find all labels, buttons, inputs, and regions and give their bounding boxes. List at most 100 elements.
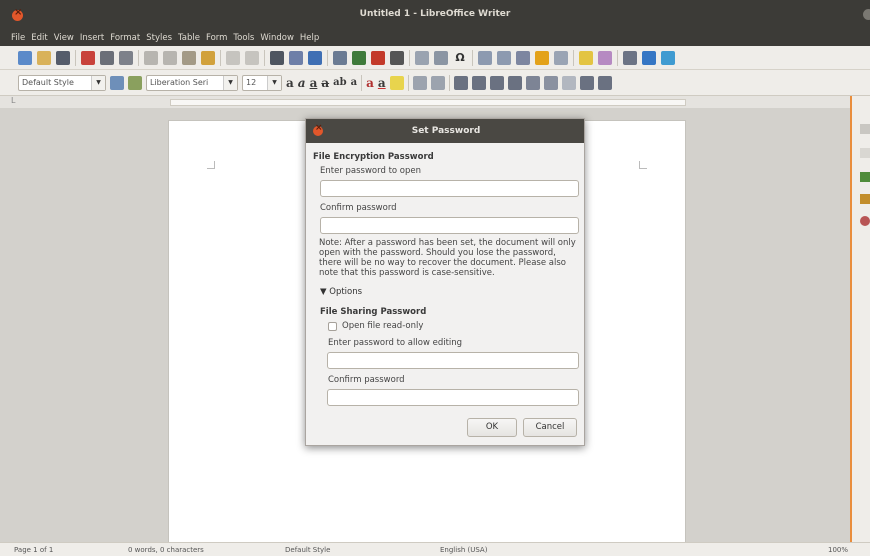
copy-icon[interactable] xyxy=(163,50,177,65)
spelling-icon[interactable] xyxy=(289,50,303,65)
toolbar-separator xyxy=(409,49,410,66)
paragraph-style-value: Default Style xyxy=(22,77,74,87)
ok-button[interactable]: OK xyxy=(467,418,517,437)
insert-image-icon[interactable] xyxy=(352,50,366,65)
menu-file[interactable]: File xyxy=(11,33,25,43)
export-pdf-icon[interactable] xyxy=(81,50,95,65)
print-preview-icon[interactable] xyxy=(119,50,133,65)
menu-view[interactable]: View xyxy=(54,33,74,43)
subscript-icon[interactable]: a xyxy=(351,77,357,88)
confirm-password-edit-field[interactable] xyxy=(327,389,579,406)
update-style-icon[interactable] xyxy=(110,75,124,90)
read-only-checkbox[interactable] xyxy=(328,322,337,331)
align-center-icon[interactable] xyxy=(471,75,486,90)
cancel-button[interactable]: Cancel xyxy=(523,418,577,437)
horizontal-ruler[interactable]: L xyxy=(0,96,850,108)
set-password-dialog: Set Password File Encryption Password En… xyxy=(305,118,585,446)
cut-icon[interactable] xyxy=(144,50,158,65)
read-only-label[interactable]: Open file read-only xyxy=(342,321,423,331)
properties-icon[interactable] xyxy=(860,124,870,134)
insert-chart-icon[interactable] xyxy=(371,50,385,65)
navigator-icon[interactable] xyxy=(860,216,870,226)
increase-indent-icon[interactable] xyxy=(543,75,558,90)
align-left-icon[interactable] xyxy=(453,75,468,90)
toolbar-separator xyxy=(573,49,574,66)
chevron-down-icon[interactable]: ▼ xyxy=(91,75,105,90)
menu-insert[interactable]: Insert xyxy=(80,33,104,43)
numbered-list-icon[interactable] xyxy=(430,75,445,90)
line-icon[interactable] xyxy=(623,50,637,65)
styles-icon[interactable] xyxy=(860,172,870,182)
tab-stop-marker[interactable]: L xyxy=(11,96,15,105)
toolbar-separator xyxy=(448,74,450,91)
save-icon[interactable] xyxy=(56,50,70,65)
menu-table[interactable]: Table xyxy=(178,33,200,43)
menu-styles[interactable]: Styles xyxy=(146,33,172,43)
password-edit-field[interactable] xyxy=(327,352,579,369)
new-style-icon[interactable] xyxy=(128,75,142,90)
chevron-down-icon[interactable]: ▼ xyxy=(223,75,237,90)
clone-formatting-icon[interactable] xyxy=(201,50,215,65)
page-count: Page 1 of 1 xyxy=(14,546,54,554)
track-changes-icon[interactable] xyxy=(598,50,612,65)
language[interactable]: English (USA) xyxy=(440,546,487,554)
bulleted-list-icon[interactable] xyxy=(412,75,427,90)
sharing-section-title: File Sharing Password xyxy=(320,307,427,317)
new-document-icon[interactable] xyxy=(18,50,32,65)
password-open-field[interactable] xyxy=(320,180,579,197)
special-character-icon[interactable]: Ω xyxy=(453,51,467,65)
ruler-scale[interactable] xyxy=(170,99,686,106)
formatting-marks-icon[interactable] xyxy=(308,50,322,65)
menu-form[interactable]: Form xyxy=(206,33,227,43)
menu-format[interactable]: Format xyxy=(110,33,140,43)
decrease-indent-icon[interactable] xyxy=(561,75,576,90)
hyperlink-icon[interactable] xyxy=(478,50,492,65)
footnote-icon[interactable] xyxy=(497,50,511,65)
font-name-select[interactable]: Liberation Seri ▼ xyxy=(146,74,238,91)
insert-table-icon[interactable] xyxy=(333,50,347,65)
zoom-level[interactable]: 100% xyxy=(828,546,848,554)
bold-icon[interactable]: a xyxy=(286,76,294,90)
menu-help[interactable]: Help xyxy=(300,33,319,43)
more-formatting-icon[interactable] xyxy=(597,75,612,90)
undo-icon[interactable] xyxy=(226,50,240,65)
page-icon[interactable] xyxy=(860,148,870,158)
bookmark-icon[interactable] xyxy=(535,50,549,65)
gallery-icon[interactable] xyxy=(860,194,870,204)
font-color-icon[interactable]: a xyxy=(378,76,386,90)
find-replace-icon[interactable] xyxy=(270,50,284,65)
font-size-select[interactable]: 12 ▼ xyxy=(242,74,282,91)
chevron-down-icon[interactable]: ▼ xyxy=(267,75,281,90)
superscript-icon[interactable]: ab xyxy=(333,77,346,88)
insert-textbox-icon[interactable] xyxy=(390,50,404,65)
paste-icon[interactable] xyxy=(182,50,196,65)
clear-formatting-icon[interactable]: a xyxy=(366,76,374,90)
print-icon[interactable] xyxy=(100,50,114,65)
page-style[interactable]: Default Style xyxy=(285,546,330,554)
align-right-icon[interactable] xyxy=(489,75,504,90)
menu-tools[interactable]: Tools xyxy=(233,33,254,43)
cross-reference-icon[interactable] xyxy=(554,50,568,65)
paragraph-style-select[interactable]: Default Style ▼ xyxy=(18,74,106,91)
options-expander[interactable]: ▼ Options xyxy=(320,287,362,297)
underline-icon[interactable]: a xyxy=(310,76,318,90)
window-control-button[interactable] xyxy=(863,9,870,20)
redo-icon[interactable] xyxy=(245,50,259,65)
paragraph-icon[interactable] xyxy=(579,75,594,90)
font-name-value: Liberation Seri xyxy=(150,77,209,87)
strikethrough-icon[interactable]: a xyxy=(321,76,329,90)
endnote-icon[interactable] xyxy=(516,50,530,65)
insert-page-break-icon[interactable] xyxy=(415,50,429,65)
comment-icon[interactable] xyxy=(579,50,593,65)
basic-shapes-icon[interactable] xyxy=(642,50,656,65)
draw-functions-icon[interactable] xyxy=(661,50,675,65)
italic-icon[interactable]: a xyxy=(298,76,306,90)
menu-edit[interactable]: Edit xyxy=(31,33,47,43)
menu-window[interactable]: Window xyxy=(260,33,294,43)
line-spacing-icon[interactable] xyxy=(525,75,540,90)
open-icon[interactable] xyxy=(37,50,51,65)
insert-field-icon[interactable] xyxy=(434,50,448,65)
justify-icon[interactable] xyxy=(507,75,522,90)
highlighting-icon[interactable] xyxy=(389,75,404,90)
confirm-password-open-field[interactable] xyxy=(320,217,579,234)
